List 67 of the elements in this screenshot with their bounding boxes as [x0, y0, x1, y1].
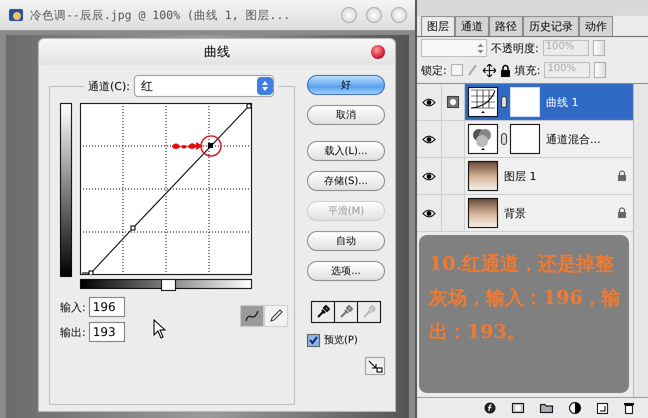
- adjustment-layer-icon[interactable]: [569, 402, 581, 414]
- curve-icon: [244, 308, 260, 324]
- pencil-icon: [268, 308, 284, 324]
- lock-icon[interactable]: [500, 64, 511, 76]
- dialog-button[interactable]: 载入(L)...: [307, 141, 385, 161]
- trash-icon[interactable]: [624, 402, 634, 414]
- add-mask-icon[interactable]: [512, 403, 524, 413]
- stepper-icon: [477, 42, 486, 54]
- curves-thumbnail-icon: [468, 87, 498, 117]
- fill-label: 填充:: [514, 62, 540, 78]
- panel-tab[interactable]: 路径: [489, 16, 523, 36]
- photo-placeholder: [468, 161, 498, 191]
- eye-icon[interactable]: [422, 98, 436, 106]
- new-layer-icon[interactable]: [597, 402, 608, 414]
- input-label: 输入:: [60, 300, 86, 314]
- note-text: 10.红通道，还是掉整灰场，输入：196，输出：193。: [429, 252, 621, 345]
- highlight-circle: [200, 135, 222, 157]
- dialog-button[interactable]: 存储(S)...: [307, 171, 385, 191]
- document-title: 冷色调--辰辰.jpg @ 100% (曲线 1, 图层...: [30, 8, 290, 22]
- channel-dropdown[interactable]: 红: [134, 75, 274, 97]
- layer-name: 通道混合...: [546, 132, 600, 146]
- channel-mixer-thumbnail-icon: [468, 124, 498, 154]
- arrow-annotation-icon: [172, 142, 203, 150]
- expand-icon[interactable]: [365, 357, 385, 375]
- curve-tool-button[interactable]: [240, 305, 264, 327]
- layer-name: 曲线 1: [546, 94, 578, 110]
- move-icon[interactable]: [482, 64, 496, 76]
- input-field[interactable]: 196: [88, 297, 125, 317]
- scrollbar[interactable]: [633, 84, 648, 397]
- dialog-button[interactable]: 自动: [307, 231, 385, 251]
- dialog-button[interactable]: 取消: [307, 105, 385, 125]
- eye-icon[interactable]: [422, 134, 436, 144]
- app-icon: [8, 7, 24, 23]
- layer-mask-thumbnail: [510, 87, 540, 117]
- layer-row[interactable]: 通道混合...: [417, 121, 633, 158]
- opacity-label: 不透明度:: [491, 40, 539, 56]
- panel-tab[interactable]: 图层: [421, 16, 455, 36]
- eye-icon[interactable]: [422, 208, 436, 218]
- stepper-icon: [257, 77, 273, 95]
- mask-indicator-icon: [447, 96, 459, 108]
- layer-name: 图层 1: [504, 168, 536, 184]
- output-field[interactable]: 193: [88, 322, 125, 342]
- panel-tab[interactable]: 历史记录: [523, 16, 579, 36]
- photo-placeholder: [468, 198, 498, 228]
- dialog-title: 曲线: [204, 44, 230, 61]
- lock-label: 锁定:: [421, 62, 447, 78]
- layer-row[interactable]: 图层 1: [417, 158, 633, 195]
- layer-mask-thumbnail: [510, 124, 540, 154]
- close-button[interactable]: [371, 45, 385, 59]
- folder-icon[interactable]: [540, 403, 553, 413]
- output-label: 输出:: [60, 324, 86, 340]
- dialog-button[interactable]: 好: [307, 75, 385, 95]
- chain-link-icon: [501, 96, 507, 108]
- layer-row[interactable]: 曲线 1: [417, 84, 633, 121]
- chain-link-icon: [501, 133, 507, 145]
- panel-tab[interactable]: 动作: [579, 16, 613, 36]
- channel-label: 通道(C):: [88, 78, 130, 94]
- mouse-pointer-icon: [152, 319, 167, 339]
- layer-name: 背景: [504, 206, 526, 220]
- panel-tab[interactable]: 通道: [455, 16, 489, 36]
- pencil-tool-button[interactable]: [264, 305, 288, 327]
- preview-checkbox[interactable]: [307, 334, 320, 346]
- layer-row[interactable]: 背景: [417, 195, 633, 232]
- dialog-button[interactable]: 选项...: [307, 261, 385, 281]
- layer-style-icon[interactable]: [484, 402, 496, 414]
- preview-label: 预览(P): [324, 334, 358, 347]
- eye-icon[interactable]: [422, 172, 436, 180]
